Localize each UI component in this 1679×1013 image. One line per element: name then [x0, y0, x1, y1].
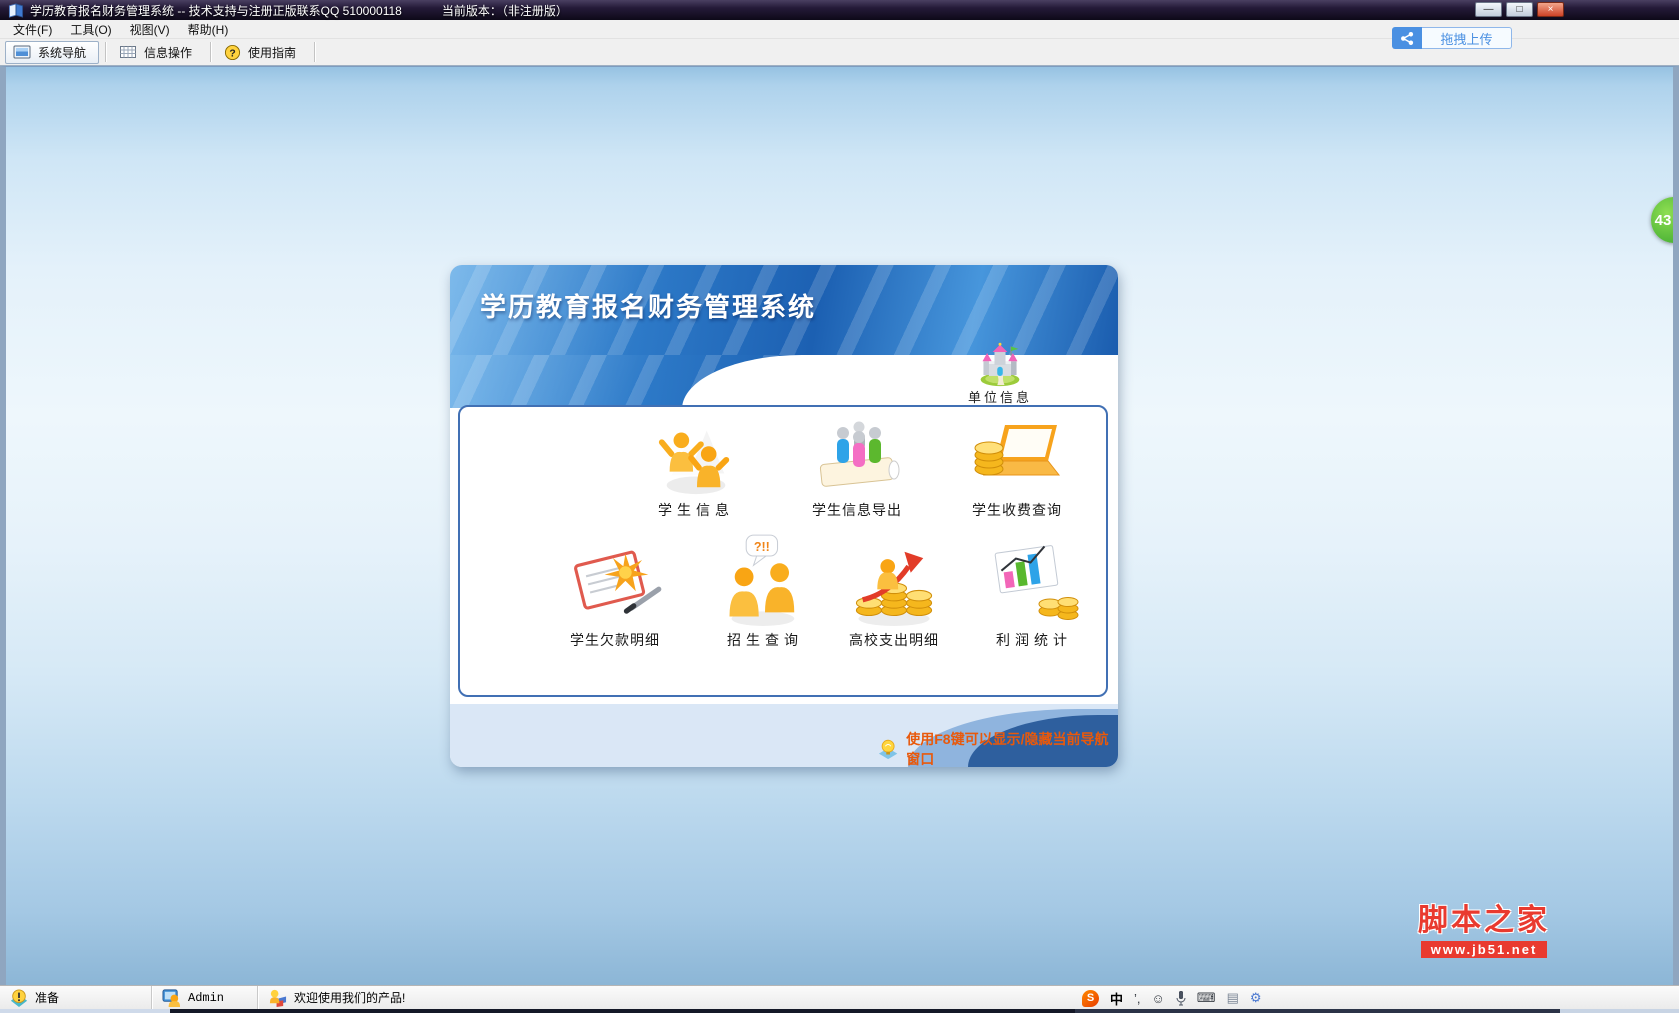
item-student-info[interactable]: 学生信息: [626, 411, 766, 520]
item-label: 学生信息: [658, 502, 734, 518]
bulb-icon: [878, 739, 898, 760]
taskbar-sliver: [0, 1009, 1679, 1013]
coins-climb-icon: [824, 519, 964, 627]
svg-text:?: ?: [229, 48, 235, 59]
unit-info-label: 单位信息: [967, 390, 1032, 405]
toolbox-icon[interactable]: ⚙: [1250, 990, 1262, 1006]
close-button[interactable]: ×: [1537, 2, 1564, 17]
status-welcome-label: 欢迎使用我们的产品!: [294, 991, 406, 1005]
people-question-icon: ?!!: [695, 519, 835, 627]
item-student-fee-query[interactable]: 学生收费查询: [947, 411, 1087, 520]
window-title: 学历教育报名财务管理系统 -- 技术支持与注册正版联系QQ 510000118: [30, 3, 402, 18]
watermark-title: 脚本之家: [1418, 904, 1550, 937]
user-guide-label: 使用指南: [248, 45, 297, 60]
panel-title: 学历教育报名财务管理系统: [480, 292, 817, 322]
monitor-icon: [13, 45, 31, 59]
students-icon: [626, 411, 766, 497]
user-guide-button[interactable]: ? 使用指南: [217, 42, 308, 63]
input-lang-icon[interactable]: 中: [1110, 989, 1123, 1008]
toolbar-separator: [314, 42, 316, 62]
panel-grid: 学生信息 学生信息导出 学生收费查询 学生欠款明细 ?!! 招生查询 高校支出明…: [458, 405, 1108, 697]
item-label: 学生欠款明细: [570, 632, 660, 648]
item-student-arrears-detail[interactable]: 学生欠款明细: [545, 519, 685, 650]
clipboard-icon[interactable]: ▤: [1227, 990, 1239, 1006]
watermark-url: www.jb51.net: [1420, 941, 1548, 958]
status-user-section: Admin: [152, 986, 258, 1009]
item-label: 学生收费查询: [972, 502, 1062, 518]
question-icon: ?: [224, 44, 241, 60]
window-controls: — □ ×: [1475, 2, 1564, 17]
grid-icon: [120, 46, 137, 58]
mic-icon[interactable]: [1176, 990, 1186, 1006]
ready-icon: [10, 988, 28, 1007]
status-ready-section: 准备: [0, 986, 152, 1009]
item-label: 学生信息导出: [812, 502, 902, 518]
laptop-coins-icon: [947, 411, 1087, 497]
drag-upload-label: 拖拽上传: [1422, 27, 1512, 49]
menu-file[interactable]: 文件(F): [4, 20, 61, 39]
item-label: 利润统计: [996, 632, 1072, 648]
watermark: 脚本之家 www.jb51.net: [1418, 895, 1550, 959]
tip-text: 使用F8键可以显示/隐藏当前导航窗口: [906, 731, 1109, 767]
status-ready-label: 准备: [35, 991, 60, 1005]
system-nav-label: 系统导航: [38, 45, 87, 60]
item-student-info-export[interactable]: 学生信息导出: [787, 411, 927, 520]
admin-user-icon: [162, 989, 181, 1007]
sogou-logo-icon[interactable]: S: [1082, 989, 1099, 1007]
floating-speed-badge[interactable]: 43: [1651, 197, 1673, 243]
info-operation-button[interactable]: 信息操作: [112, 42, 204, 63]
toolbar-separator: [105, 42, 107, 62]
window-version-label: 当前版本：（非注册版）: [441, 3, 568, 18]
item-label: 招生查询: [727, 632, 803, 648]
f8-tip: 使用F8键可以显示/隐藏当前导航窗口: [878, 729, 1118, 767]
menu-tools[interactable]: 工具(O): [61, 20, 120, 39]
item-profit-statistics[interactable]: 利润统计: [964, 519, 1104, 650]
share-nodes-icon: [1392, 27, 1422, 49]
smiley-icon[interactable]: ☺: [1152, 991, 1165, 1006]
menu-help[interactable]: 帮助(H): [179, 20, 238, 39]
info-operation-label: 信息操作: [144, 45, 193, 60]
input-method-tray: S 中 ’, ☺ ⌨ ▤ ⚙: [1082, 986, 1262, 1010]
app-logo-icon: [8, 2, 24, 18]
punctuation-icon[interactable]: ’,: [1134, 991, 1141, 1006]
unit-info-item[interactable]: 单位信息: [948, 341, 1052, 406]
maximize-button[interactable]: □: [1506, 2, 1533, 17]
drag-upload-button[interactable]: 拖拽上传: [1392, 27, 1512, 49]
castle-icon: [980, 342, 1020, 387]
svg-text:?!!: ?!!: [754, 540, 770, 554]
item-admission-query[interactable]: ?!! 招生查询: [695, 519, 835, 650]
status-welcome-section: 欢迎使用我们的产品!: [258, 986, 415, 1009]
keyboard-icon[interactable]: ⌨: [1197, 990, 1216, 1006]
status-bar: 准备 Admin 欢迎使用我们的产品! S 中 ’, ☺ ⌨ ▤ ⚙: [0, 985, 1679, 1009]
item-university-expense-detail[interactable]: 高校支出明细: [824, 519, 964, 650]
item-label: 高校支出明细: [849, 632, 939, 648]
navigation-panel: 学历教育报名财务管理系统 单位信息 学生信息 学生信息导出 学生收费查询 学生欠…: [450, 265, 1118, 767]
panel-swoosh-white: [682, 355, 1118, 409]
document-star-icon: [545, 519, 685, 627]
status-user-label: Admin: [188, 990, 225, 1005]
menu-view[interactable]: 视图(V): [121, 20, 179, 39]
panel-footer: 使用F8键可以显示/隐藏当前导航窗口: [450, 704, 1118, 767]
welcome-icon: [269, 989, 287, 1007]
desktop-area: 43 学历教育报名财务管理系统 单位信息 学生信息 学生信息导出 学生收费查询 …: [0, 66, 1679, 985]
chart-coins-icon: [964, 519, 1104, 627]
toolbar-separator: [210, 42, 212, 62]
system-nav-button[interactable]: 系统导航: [5, 40, 100, 64]
minimize-button[interactable]: —: [1475, 2, 1502, 17]
title-bar: 学历教育报名财务管理系统 -- 技术支持与注册正版联系QQ 510000118 …: [0, 0, 1679, 20]
people-scroll-icon: [787, 411, 927, 497]
